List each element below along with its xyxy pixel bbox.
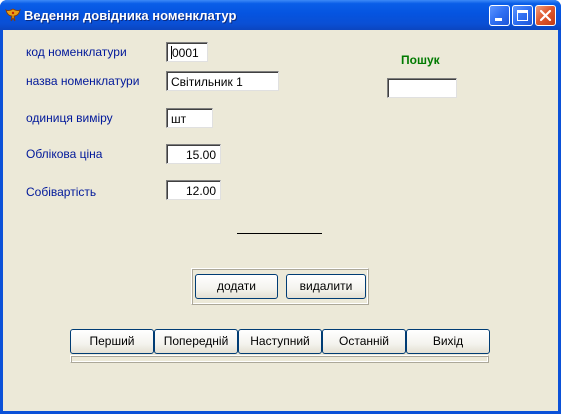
search-label: Пошук <box>401 53 440 67</box>
cost-label: Собівартість <box>26 185 97 199</box>
search-input[interactable] <box>387 78 457 98</box>
name-input[interactable]: Світильник 1 <box>166 71 279 91</box>
last-record-button[interactable]: Останній <box>322 329 406 354</box>
code-input[interactable]: 0001 <box>166 42 208 62</box>
maximize-icon <box>517 10 528 21</box>
next-record-button[interactable]: Наступний <box>238 329 322 354</box>
cost-input-value: 12.00 <box>185 184 216 198</box>
price-label: Облікова ціна <box>26 147 103 161</box>
name-label: назва номенклатури <box>26 74 140 88</box>
delete-button[interactable]: видалити <box>286 274 366 299</box>
price-input-value: 15.00 <box>185 148 216 162</box>
form-client-area: код номенклатури назва номенклатури один… <box>3 30 558 411</box>
cost-input[interactable]: 12.00 <box>166 180 221 200</box>
title-bar[interactable]: Ведення довідника номенклатур <box>0 0 561 30</box>
name-input-value: Світильник 1 <box>171 75 243 89</box>
minimize-icon <box>495 18 502 21</box>
maximize-button[interactable] <box>512 5 533 26</box>
unit-input[interactable]: шт <box>166 108 213 128</box>
previous-record-button[interactable]: Попередній <box>154 329 238 354</box>
code-input-value: 0001 <box>172 46 199 60</box>
code-label: код номенклатури <box>26 45 127 59</box>
close-button[interactable] <box>535 5 556 26</box>
unit-label: одиниця виміру <box>26 111 113 125</box>
divider-line <box>237 233 322 234</box>
main-window: Ведення довідника номенклатур код номенк… <box>0 0 561 414</box>
exit-button[interactable]: Вихід <box>406 329 490 354</box>
minimize-button[interactable] <box>489 5 510 26</box>
first-record-button[interactable]: Перший <box>70 329 154 354</box>
close-icon <box>539 9 552 22</box>
app-icon <box>5 8 21 22</box>
unit-input-value: шт <box>171 112 187 126</box>
nav-bottom-strip <box>70 355 489 363</box>
add-button[interactable]: додати <box>195 274 278 299</box>
price-input[interactable]: 15.00 <box>166 144 221 164</box>
window-title: Ведення довідника номенклатур <box>24 8 237 23</box>
